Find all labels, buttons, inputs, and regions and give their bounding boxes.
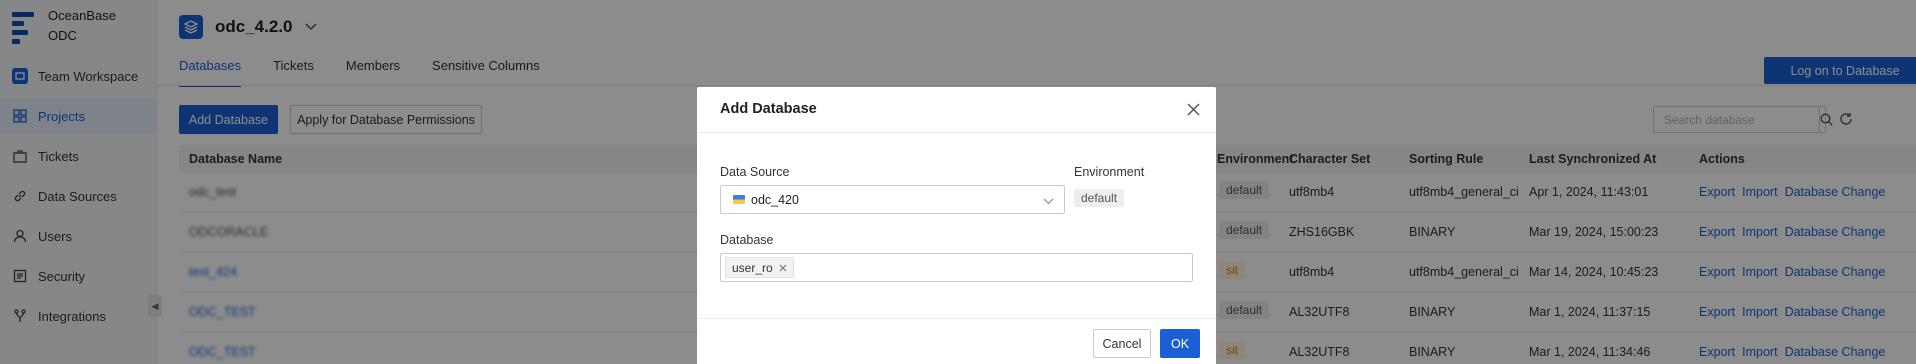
data-source-label: Data Source bbox=[720, 165, 790, 179]
ok-button[interactable]: OK bbox=[1160, 329, 1200, 358]
add-database-modal: Add Database Data Source odc_420 Environ… bbox=[697, 87, 1216, 364]
selected-database-tag: user_ro bbox=[725, 257, 794, 278]
environment-tag: default bbox=[1074, 189, 1125, 207]
chevron-down-icon bbox=[1043, 194, 1054, 208]
cancel-button[interactable]: Cancel bbox=[1093, 329, 1151, 358]
close-icon bbox=[1186, 102, 1200, 116]
data-source-type-icon bbox=[733, 195, 745, 204]
data-source-select[interactable]: odc_420 bbox=[720, 185, 1065, 214]
database-label: Database bbox=[720, 233, 774, 247]
modal-footer-divider bbox=[697, 318, 1216, 319]
modal-header-divider bbox=[697, 132, 1216, 133]
close-button[interactable] bbox=[1184, 100, 1202, 118]
database-multi-select[interactable]: user_ro bbox=[720, 253, 1193, 282]
modal-title: Add Database bbox=[720, 101, 817, 117]
remove-tag-close-icon[interactable] bbox=[779, 264, 787, 272]
environment-label: Environment bbox=[1074, 165, 1145, 179]
data-source-value: odc_420 bbox=[751, 192, 799, 207]
